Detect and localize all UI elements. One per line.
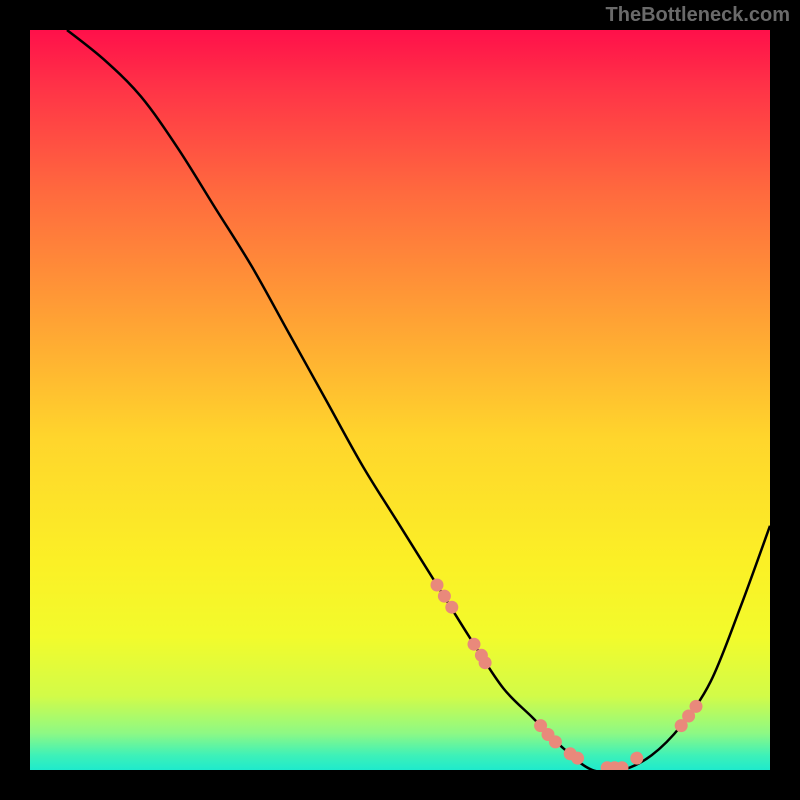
bottleneck-curve-path: [67, 30, 770, 770]
chart-marker: [445, 601, 458, 614]
chart-marker: [571, 752, 584, 765]
chart-marker: [630, 752, 643, 765]
chart-marker: [438, 590, 451, 603]
chart-svg: [30, 30, 770, 770]
chart-marker: [431, 579, 444, 592]
chart-marker: [690, 700, 703, 713]
watermark-text: TheBottleneck.com: [606, 4, 790, 27]
chart-marker: [468, 638, 481, 651]
chart-marker: [549, 735, 562, 748]
marker-group: [431, 579, 703, 771]
chart-plot-area: [30, 30, 770, 770]
chart-marker: [479, 656, 492, 669]
